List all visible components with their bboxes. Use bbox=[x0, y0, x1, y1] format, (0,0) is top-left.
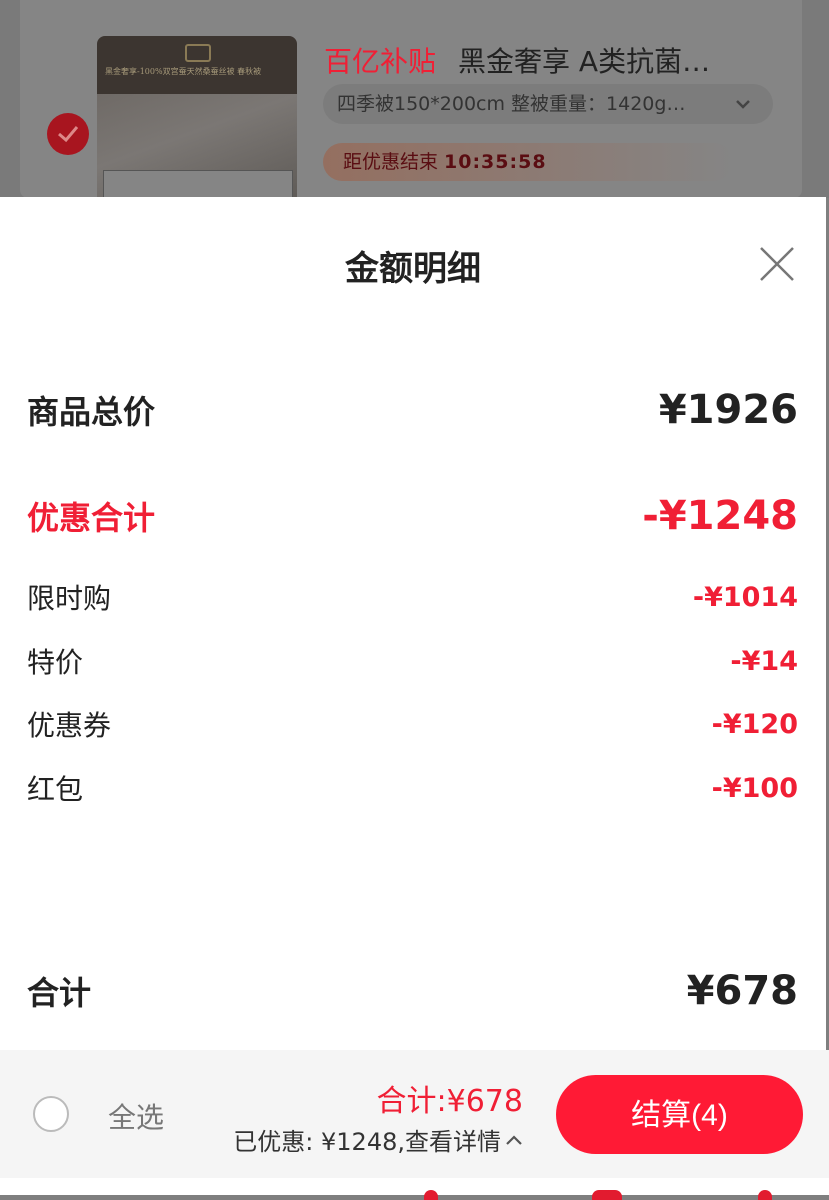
spec-text: 四季被150*200cm 整被重量：1420g… bbox=[337, 93, 686, 115]
check-icon bbox=[58, 126, 79, 143]
discount-total-row: 优惠合计 -¥1248 bbox=[27, 493, 798, 539]
discount-label: 特价 bbox=[27, 646, 84, 679]
tab-icon[interactable] bbox=[758, 1190, 772, 1200]
subsidy-tag: 百亿补贴 bbox=[324, 45, 437, 78]
saved-details-link[interactable]: 已优惠: ¥1248,查看详情 bbox=[233, 1122, 523, 1157]
discount-total-label: 优惠合计 bbox=[27, 499, 156, 537]
item-checkbox[interactable] bbox=[47, 113, 89, 155]
discount-row-red-packet: 红包 -¥100 bbox=[27, 768, 798, 808]
discount-value: -¥1014 bbox=[692, 581, 798, 613]
checkout-button[interactable]: 结算(4) bbox=[556, 1075, 803, 1154]
chevron-down-icon bbox=[735, 84, 751, 138]
product-title-text: 黑金奢享 A类抗菌… bbox=[458, 45, 711, 78]
discount-label: 红包 bbox=[27, 773, 84, 806]
discount-row-flash-sale: 限时购 -¥1014 bbox=[27, 577, 798, 617]
timer-value: 10:35:58 bbox=[444, 151, 547, 173]
select-all-radio[interactable] bbox=[33, 1096, 69, 1132]
close-icon[interactable] bbox=[756, 243, 798, 285]
product-title[interactable]: 百亿补贴 黑金奢享 A类抗菌… bbox=[324, 40, 710, 80]
tab-icon[interactable] bbox=[592, 1190, 622, 1200]
product-total-row: 商品总价 ¥1926 bbox=[27, 387, 798, 433]
product-image[interactable]: 黑金奢享-100%双宫蚕天然桑蚕丝被 春秋被 bbox=[97, 36, 297, 198]
discount-row-coupon: 优惠券 -¥120 bbox=[27, 704, 798, 744]
select-all-label[interactable]: 全选 bbox=[108, 1096, 164, 1136]
discount-value: -¥100 bbox=[711, 772, 798, 804]
tab-bar-edge bbox=[0, 1178, 829, 1200]
brand-logo-icon bbox=[185, 44, 211, 62]
discount-total-value: -¥1248 bbox=[642, 493, 798, 539]
timer-label: 距优惠结束 bbox=[343, 151, 439, 173]
discount-row-special-price: 特价 -¥14 bbox=[27, 641, 798, 681]
promo-timer: 距优惠结束 10:35:58 bbox=[323, 143, 733, 181]
grand-total-label: 合计 bbox=[27, 974, 92, 1012]
product-total-value: ¥1926 bbox=[658, 387, 798, 433]
tab-icon[interactable] bbox=[424, 1190, 438, 1200]
discount-value: -¥120 bbox=[711, 708, 798, 740]
background-overlay: 黑金奢享-100%双宫蚕天然桑蚕丝被 春秋被 百亿补贴 黑金奢享 A类抗菌… 四季… bbox=[0, 0, 829, 198]
discount-value: -¥14 bbox=[730, 645, 798, 677]
chevron-up-icon bbox=[506, 1134, 522, 1145]
discount-label: 优惠券 bbox=[27, 709, 112, 742]
discount-label: 限时购 bbox=[27, 582, 112, 615]
product-image-tag: 黑金奢享-100%双宫蚕天然桑蚕丝被 春秋被 bbox=[105, 67, 262, 76]
amount-detail-sheet: 金额明细 商品总价 ¥1926 优惠合计 -¥1248 限时购 -¥1014 特… bbox=[0, 197, 826, 1050]
saved-text: 已优惠: ¥1248,查看详情 bbox=[233, 1128, 501, 1156]
cart-total: 合计:¥678 bbox=[376, 1084, 523, 1119]
checkout-bar: 全选 合计:¥678 已优惠: ¥1248,查看详情 结算(4) bbox=[0, 1050, 829, 1195]
spec-selector[interactable]: 四季被150*200cm 整被重量：1420g… bbox=[323, 84, 773, 124]
grand-total-row: 合计 ¥678 bbox=[27, 968, 798, 1014]
grand-total-value: ¥678 bbox=[686, 968, 798, 1014]
spec-table-image bbox=[103, 170, 293, 198]
sheet-title: 金额明细 bbox=[345, 249, 481, 289]
product-total-label: 商品总价 bbox=[27, 393, 156, 431]
